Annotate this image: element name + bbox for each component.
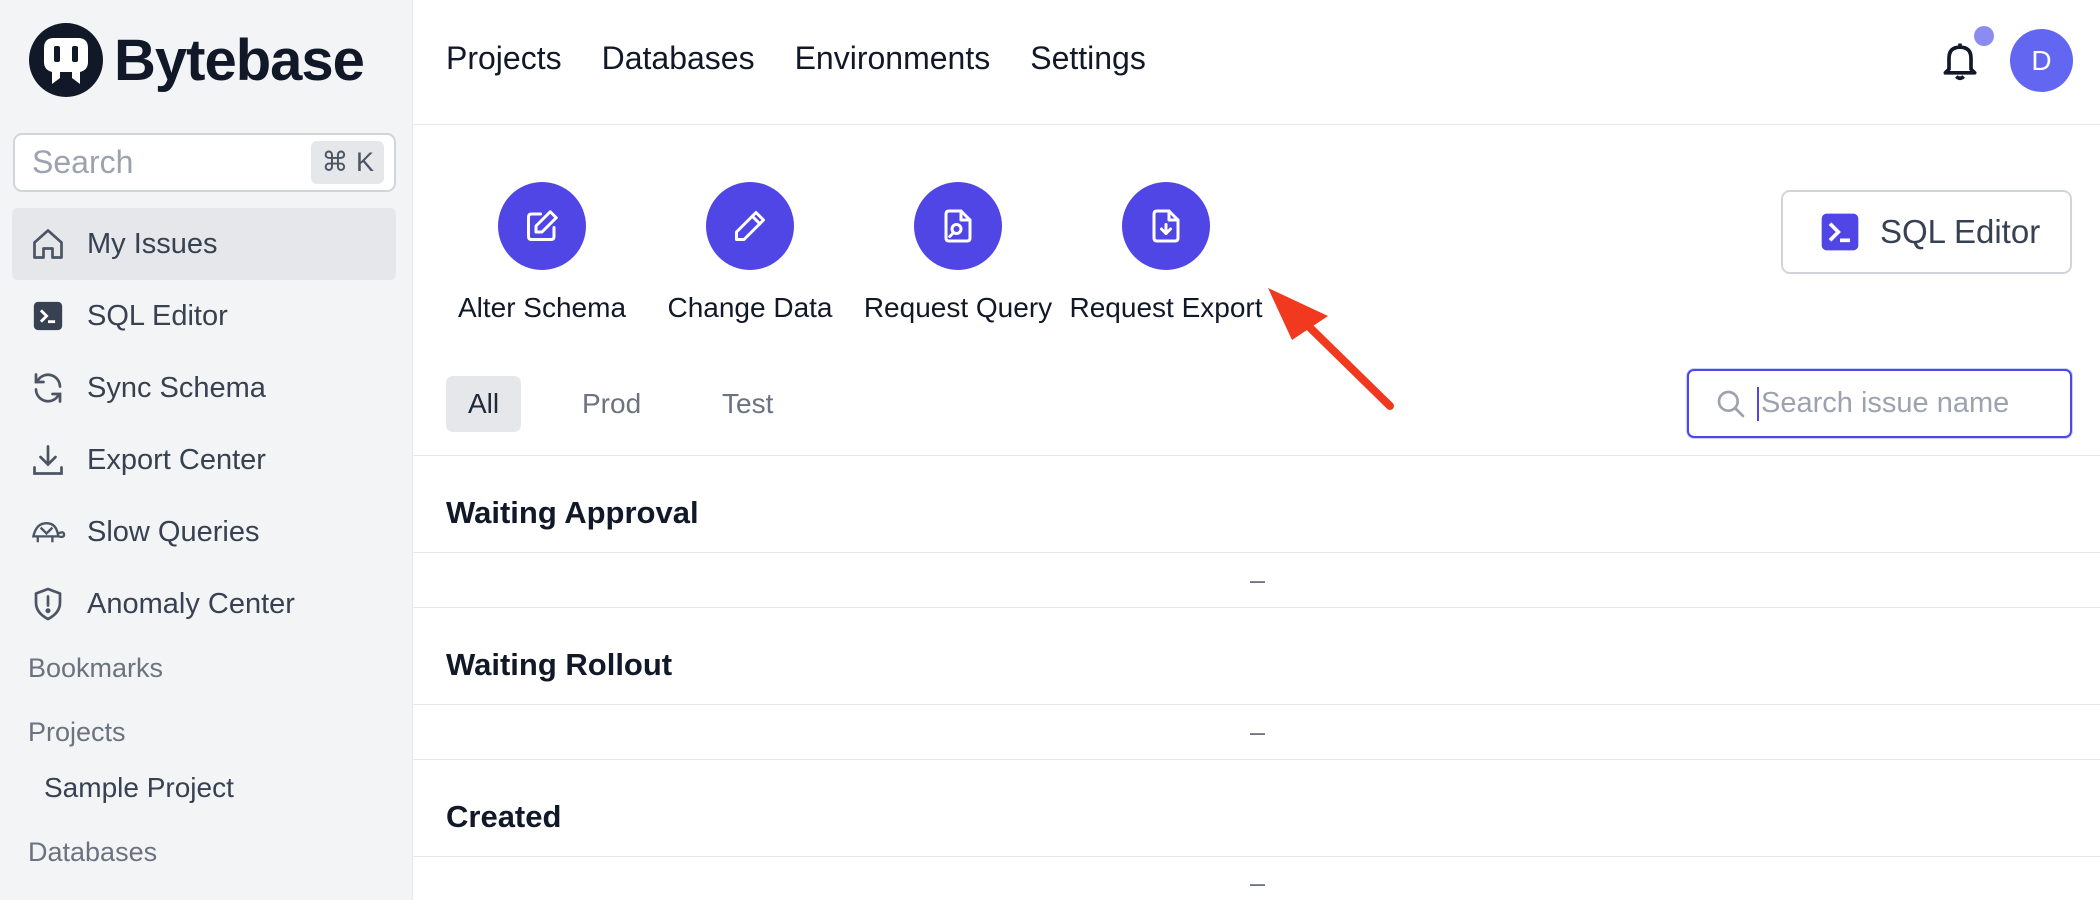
section-title-waiting-approval: Waiting Approval [446, 495, 699, 530]
quick-action-change-data[interactable]: Change Data [650, 182, 850, 324]
download-icon [29, 441, 67, 479]
home-icon [29, 225, 67, 263]
sidebar-item-anomaly-center[interactable]: Anomaly Center [12, 568, 396, 640]
divider [413, 759, 2100, 760]
sidebar-item-label: Slow Queries [87, 515, 260, 548]
top-navbar: Projects Databases Environments Settings… [413, 0, 2100, 125]
brand-logo[interactable]: Bytebase [28, 22, 365, 98]
sidebar-item-slow-queries[interactable]: Slow Queries [12, 496, 396, 568]
main-nav: Projects Databases Environments Settings [446, 40, 1186, 77]
sidebar-item-sample-project[interactable]: Sample Project [44, 772, 234, 804]
sql-editor-button-label: SQL Editor [1880, 213, 2041, 250]
sidebar-item-my-issues[interactable]: My Issues [12, 208, 396, 280]
tab-test[interactable]: Test [700, 376, 795, 432]
divider [413, 455, 2100, 456]
nav-databases[interactable]: Databases [602, 40, 755, 77]
quick-action-label: Change Data [667, 292, 833, 323]
sidebar-item-sql-editor[interactable]: SQL Editor [12, 280, 396, 352]
empty-placeholder: – [1250, 717, 1266, 747]
app-root: Bytebase Search ⌘ K My Issues SQL Editor… [0, 0, 2100, 900]
sidebar-item-label: My Issues [87, 227, 218, 260]
sql-editor-button[interactable]: SQL Editor [1781, 190, 2072, 274]
divider [413, 704, 2100, 705]
section-title-waiting-rollout: Waiting Rollout [446, 647, 673, 682]
sidebar-search-input[interactable]: Search ⌘ K [13, 133, 396, 192]
search-shortcut-badge: ⌘ K [311, 141, 384, 184]
tab-all[interactable]: All [446, 376, 522, 432]
divider [413, 552, 2100, 553]
pencil-icon [706, 182, 794, 270]
issue-search-input[interactable]: Search issue name [1687, 369, 2072, 438]
terminal-icon [29, 297, 67, 335]
empty-placeholder: – [1250, 565, 1266, 595]
quick-action-alter-schema[interactable]: Alter Schema [442, 182, 642, 324]
nav-projects[interactable]: Projects [446, 40, 562, 77]
empty-placeholder: – [1250, 868, 1266, 898]
refresh-icon [29, 369, 67, 407]
sidebar-item-export-center[interactable]: Export Center [12, 424, 396, 496]
sidebar-item-label: Sync Schema [87, 371, 266, 404]
bytebase-logo-icon [29, 23, 103, 97]
sidebar-section-bookmarks[interactable]: Bookmarks [28, 653, 163, 684]
quick-action-request-export[interactable]: Request Export [1066, 182, 1266, 324]
sidebar-section-databases[interactable]: Databases [28, 837, 157, 868]
file-search-icon [914, 182, 1002, 270]
turtle-icon [29, 513, 67, 551]
sidebar-item-label: Export Center [87, 443, 266, 476]
edit-square-icon [498, 182, 586, 270]
quick-action-label: Request Query [863, 292, 1053, 323]
tab-prod[interactable]: Prod [560, 376, 663, 432]
section-title-created: Created [446, 799, 562, 834]
sidebar-item-label: SQL Editor [87, 299, 228, 332]
sidebar-search-placeholder: Search [32, 144, 134, 180]
sidebar-item-label: Anomaly Center [87, 587, 295, 620]
quick-action-request-query[interactable]: Request Query [858, 182, 1058, 324]
search-icon [1717, 390, 1745, 417]
brand-name: Bytebase [114, 27, 365, 93]
divider [413, 607, 2100, 608]
terminal-icon [1821, 213, 1859, 251]
avatar[interactable]: D [2010, 29, 2073, 92]
bell-icon[interactable] [1938, 38, 1982, 82]
shield-icon [29, 585, 67, 623]
quick-action-label: Request Export [1069, 292, 1263, 323]
notification-dot [1974, 26, 1994, 46]
nav-settings[interactable]: Settings [1030, 40, 1146, 77]
nav-environments[interactable]: Environments [795, 40, 991, 77]
issue-search-placeholder: Search issue name [1761, 387, 2010, 419]
divider [413, 856, 2100, 857]
sidebar-item-sync-schema[interactable]: Sync Schema [12, 352, 396, 424]
file-download-icon [1122, 182, 1210, 270]
quick-action-label: Alter Schema [457, 292, 627, 323]
sidebar: Bytebase Search ⌘ K My Issues SQL Editor… [0, 0, 413, 900]
sidebar-section-projects[interactable]: Projects [28, 717, 126, 748]
text-caret [1757, 386, 1759, 421]
